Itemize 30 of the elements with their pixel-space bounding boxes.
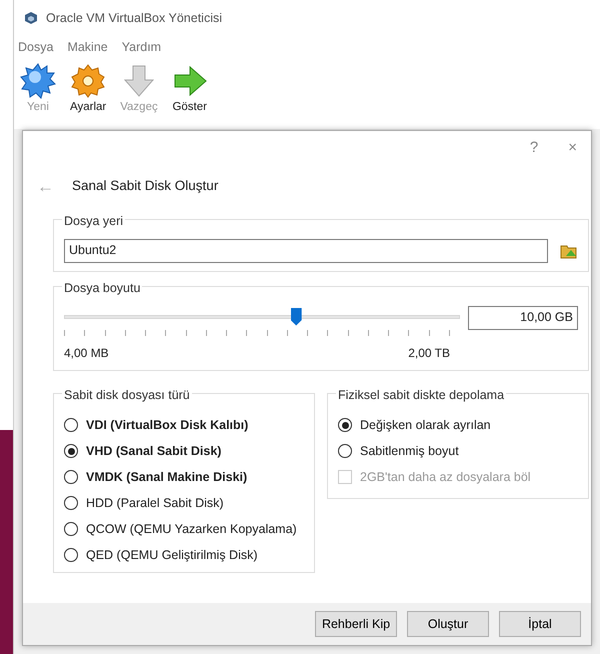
radio-option[interactable]: Sabitlenmiş boyut xyxy=(338,438,578,464)
menu-item[interactable]: Makine xyxy=(67,38,108,57)
size-slider[interactable] xyxy=(64,308,460,328)
radio-option[interactable]: Değişken olarak ayrılan xyxy=(338,412,578,438)
folder-icon[interactable] xyxy=(560,242,578,259)
min-size-label: 4,00 MB xyxy=(64,344,109,362)
dialog-title: Sanal Sabit Disk Oluştur xyxy=(72,177,218,196)
max-size-label: 2,00 TB xyxy=(408,344,450,362)
radio-option[interactable]: VDI (VirtualBox Disk Kalıbı) xyxy=(64,412,304,438)
gear-icon xyxy=(70,62,106,99)
size-field[interactable]: 10,00 GB xyxy=(468,306,578,330)
close-button[interactable]: × xyxy=(568,137,577,160)
radio-option[interactable]: HDD (Paralel Sabit Disk) xyxy=(64,490,304,516)
app-icon xyxy=(24,11,38,25)
toolbar-button[interactable]: Ayarlar xyxy=(66,62,110,116)
toolbar-button[interactable]: Göster xyxy=(168,62,212,116)
starburst-icon xyxy=(20,62,56,99)
menu-item[interactable]: Dosya xyxy=(18,38,54,57)
window-title: Oracle VM VirtualBox Yöneticisi xyxy=(46,10,222,27)
help-button[interactable]: ? xyxy=(530,137,538,160)
dialog-button[interactable]: İptal xyxy=(499,611,581,637)
dialog-button[interactable]: Oluştur xyxy=(407,611,489,637)
radio-option[interactable]: VMDK (Sanal Makine Diski) xyxy=(64,464,304,490)
radio-option[interactable]: VHD (Sanal Sabit Disk) xyxy=(64,438,304,464)
radio-option[interactable]: QCOW (QEMU Yazarken Kopyalama) xyxy=(64,516,304,542)
radio-option[interactable]: QED (QEMU Geliştirilmiş Disk) xyxy=(64,542,304,568)
file-location-field[interactable]: Ubuntu2 xyxy=(64,238,548,263)
menu-item[interactable]: Yardım xyxy=(122,38,162,57)
dialog-button[interactable]: Rehberli Kip xyxy=(315,611,397,637)
slider-thumb[interactable] xyxy=(290,308,302,326)
